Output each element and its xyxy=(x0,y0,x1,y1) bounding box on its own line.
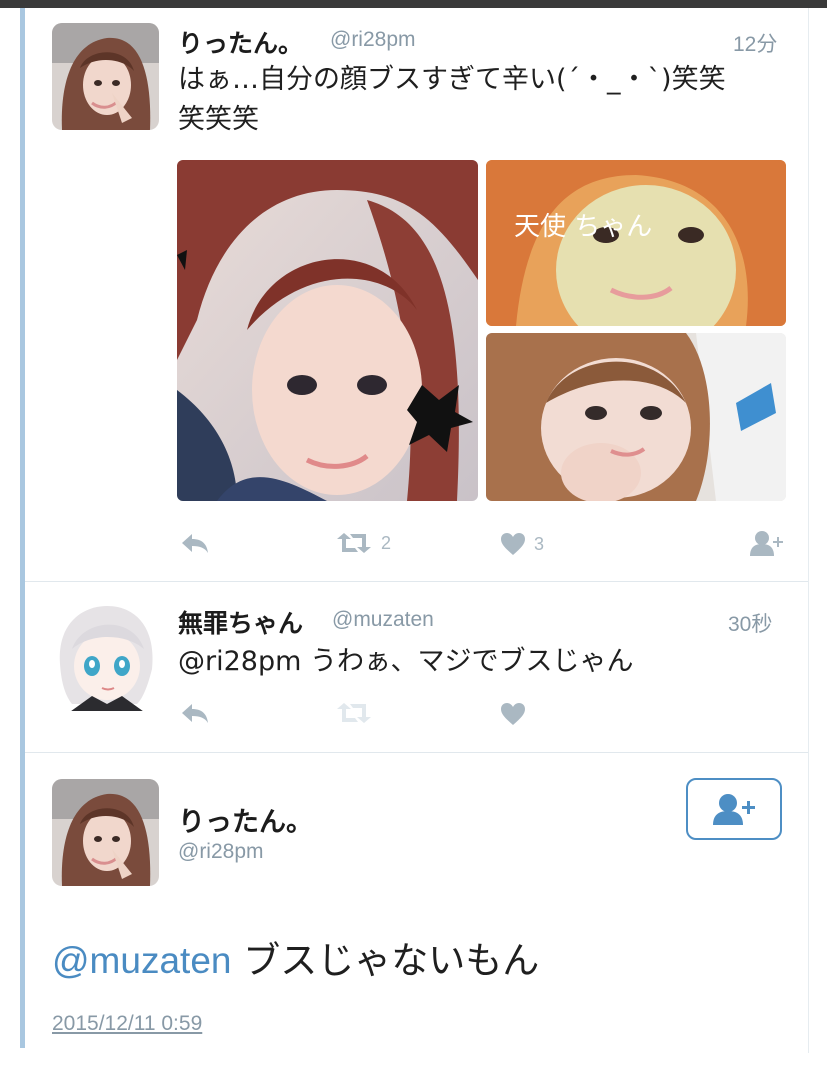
top-edge xyxy=(0,0,827,8)
author-handle[interactable]: @muzaten xyxy=(332,608,434,632)
follow-user-button[interactable] xyxy=(749,530,785,556)
photo-caption: 天使 ちゃん xyxy=(514,212,652,242)
tweet-timestamp[interactable]: 2015/12/11 0:59 xyxy=(52,1012,202,1036)
divider xyxy=(25,581,808,582)
reply-button[interactable] xyxy=(180,702,210,724)
thread-line xyxy=(20,8,25,1048)
heart-icon xyxy=(501,703,525,725)
like-count: 3 xyxy=(534,533,545,554)
retweet-icon xyxy=(337,533,371,553)
reply-icon xyxy=(182,534,208,553)
tweet-time[interactable]: 12分 xyxy=(733,28,777,58)
retweet-button[interactable] xyxy=(335,702,373,724)
right-border xyxy=(808,8,809,1053)
focused-tweet-text: @muzaten ブスじゃないもん xyxy=(52,930,539,984)
avatar-ri28pm[interactable] xyxy=(52,779,159,886)
author-name[interactable]: りったん。 xyxy=(178,24,303,60)
follow-button[interactable] xyxy=(686,778,782,840)
follow-icon xyxy=(750,531,783,556)
divider xyxy=(25,752,808,753)
author-name[interactable]: 無罪ちゃん xyxy=(178,604,303,640)
reply-button[interactable] xyxy=(180,532,210,554)
mention-link[interactable]: @muzaten xyxy=(52,940,231,981)
follow-icon xyxy=(713,794,755,825)
retweet-icon xyxy=(337,703,371,723)
avatar-ri28pm[interactable] xyxy=(52,23,159,130)
focused-author-name[interactable]: りったん。 xyxy=(178,800,313,839)
avatar-muzaten[interactable] xyxy=(52,604,159,711)
tweet-text: はぁ…自分の顔ブスすぎて辛い(´・_・`)笑笑 笑笑笑 xyxy=(178,60,798,140)
like-button[interactable] xyxy=(500,702,526,726)
heart-icon xyxy=(501,533,525,555)
author-handle[interactable]: @ri28pm xyxy=(330,28,416,52)
like-button[interactable]: 3 xyxy=(500,532,544,556)
tweet-text-line: はぁ…自分の顔ブスすぎて辛い(´・_・`)笑笑 xyxy=(178,64,726,95)
retweet-count: 2 xyxy=(381,532,392,553)
tweet-text-line: 笑笑笑 xyxy=(178,104,259,135)
focused-tweet-body: ブスじゃないもん xyxy=(231,939,540,982)
reply-icon xyxy=(182,704,208,723)
tweet-photo-1[interactable] xyxy=(177,160,478,501)
focused-author-handle[interactable]: @ri28pm xyxy=(178,840,264,864)
tweet-time[interactable]: 30秒 xyxy=(728,608,772,638)
retweet-button[interactable]: 2 xyxy=(335,532,391,554)
tweet-photo-3[interactable] xyxy=(486,333,786,501)
tweet-text: @ri28pm うわぁ、マジでブスじゃん xyxy=(178,646,634,677)
tweet-photo-2[interactable]: 天使 ちゃん xyxy=(486,160,786,326)
